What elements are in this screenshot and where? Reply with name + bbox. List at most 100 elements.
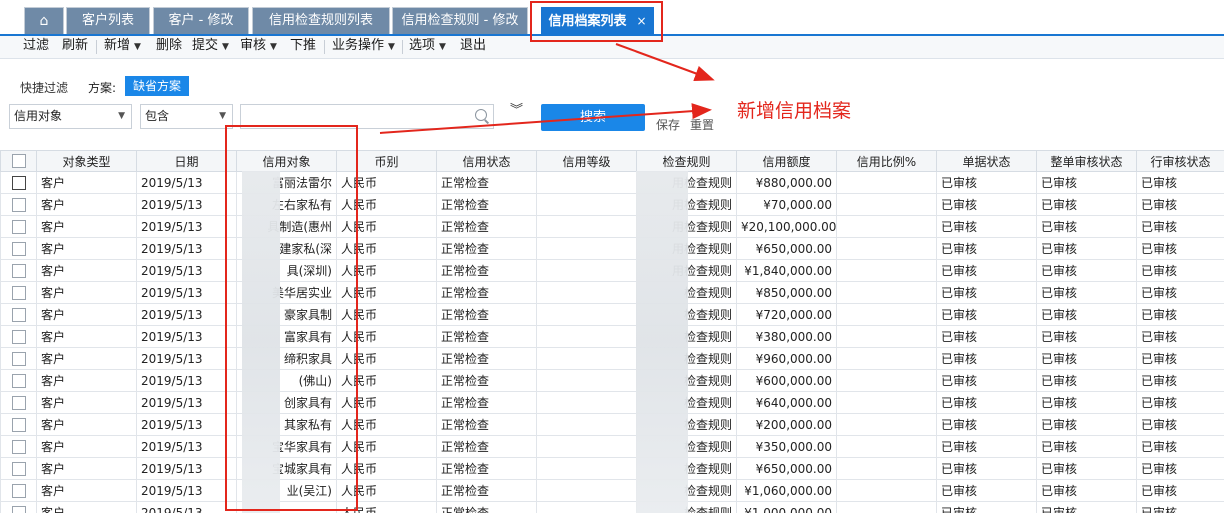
table-cell: 2019/5/13	[136, 501, 237, 513]
default-scheme-button[interactable]: 缺省方案	[125, 76, 189, 96]
checkbox-icon	[11, 483, 26, 498]
reset-link[interactable]: 重置	[690, 116, 714, 133]
delete-button[interactable]: 删除	[156, 36, 182, 58]
row-checkbox[interactable]	[0, 171, 37, 194]
table-cell: 已审核	[936, 347, 1037, 370]
push-down-button[interactable]: 下推	[290, 36, 316, 58]
filter-field-select[interactable]: 信用对象 ▼	[9, 104, 132, 129]
row-checkbox[interactable]	[0, 281, 37, 304]
filter-button[interactable]: 过滤	[23, 36, 49, 58]
row-checkbox[interactable]	[0, 391, 37, 414]
table-row[interactable]: 客户 2019/5/13 创家具有 人民币 正常检查 检查规则 ¥640,000.00 已审核…	[0, 391, 1224, 414]
checkbox-icon	[11, 505, 26, 513]
search-icon[interactable]	[475, 109, 487, 121]
tab-credit-rule-list[interactable]: 信用检查规则列表	[252, 7, 390, 35]
row-checkbox[interactable]	[0, 215, 37, 238]
table-row[interactable]: 客户 2019/5/13 建家私(深 人民币 正常检查 用检查规则 ¥650,000.00 已…	[0, 237, 1224, 260]
table-row[interactable]: 客户 2019/5/13 美华居实业 人民币 正常检查 检查规则 ¥850,000.00 已审…	[0, 281, 1224, 304]
add-button[interactable]: 新增 ▼	[104, 36, 141, 58]
audit-button[interactable]: 审核 ▼	[240, 36, 277, 58]
business-ops-button[interactable]: 业务操作 ▼	[332, 36, 395, 58]
row-checkbox[interactable]	[0, 303, 37, 326]
options-button[interactable]: 选项 ▼	[409, 36, 446, 58]
table-cell	[836, 347, 937, 370]
column-header[interactable]: 信用比例%	[836, 150, 937, 172]
column-header[interactable]: 信用等级	[536, 150, 637, 172]
row-checkbox[interactable]	[0, 325, 37, 348]
filter-operator-select[interactable]: 包含 ▼	[140, 104, 233, 129]
table-row[interactable]: 客户 2019/5/13 (佛山) 人民币 正常检查 检查规则 ¥600,000.00 已审核…	[0, 369, 1224, 392]
row-checkbox[interactable]	[0, 347, 37, 370]
table-row[interactable]: 客户 2019/5/13 富丽法雷尔 人民币 正常检查 用检查规则 ¥880,000.00 已…	[0, 171, 1224, 194]
table-cell: 客户	[36, 435, 137, 458]
column-header[interactable]: 检查规则	[636, 150, 737, 172]
tab-customer-edit[interactable]: 客户 - 修改	[153, 7, 249, 35]
row-checkbox[interactable]	[0, 435, 37, 458]
table-cell: 正常检查	[436, 479, 537, 502]
table-row[interactable]: 客户 2019/5/13 具(深圳) 人民币 正常检查 用检查规则 ¥1,840,000.0…	[0, 259, 1224, 282]
table-cell: 正常检查	[436, 281, 537, 304]
highlight-box-active-tab	[530, 1, 663, 42]
checkbox-icon	[11, 197, 26, 212]
table-row[interactable]: 客户 2019/5/13 业(吴江) 人民币 正常检查 检查规则 ¥1,060,000.00…	[0, 479, 1224, 502]
table-cell	[836, 479, 937, 502]
column-header[interactable]: 对象类型	[36, 150, 137, 172]
scheme-label: 方案:	[88, 81, 117, 95]
toolbar-divider	[96, 40, 97, 54]
table-header-row: 对象类型 日期 信用对象 币别 信用状态 信用等级 检查规则 信用额度 信用比例…	[0, 150, 1224, 172]
exit-button[interactable]: 退出	[460, 36, 486, 58]
home-icon: ⌂	[39, 13, 49, 29]
table-row[interactable]: 客户 2019/5/13 左右家私有 人民币 正常检查 用检查规则 ¥70,000.00 已审…	[0, 193, 1224, 216]
row-checkbox[interactable]	[0, 413, 37, 436]
table-row[interactable]: 客户 2019/5/13 缔积家具 人民币 正常检查 检查规则 ¥960,000.00 已审核…	[0, 347, 1224, 370]
save-scheme-link[interactable]: 保存	[656, 116, 680, 133]
table-row[interactable]: 客户 2019/5/13 宝华家具有 人民币 正常检查 检查规则 ¥350,000.00 已审…	[0, 435, 1224, 458]
table-cell: 已审核	[936, 369, 1037, 392]
table-row[interactable]: 客户 2019/5/13 其家私有 人民币 正常检查 检查规则 ¥200,000.00 已审核…	[0, 413, 1224, 436]
row-checkbox[interactable]	[0, 479, 37, 502]
column-header[interactable]: 信用额度	[736, 150, 837, 172]
table-row[interactable]: 客户 2019/5/13 具制造(惠州 人民币 正常检查 用检查规则 ¥20,100,000…	[0, 215, 1224, 238]
chevron-down-icon: ▼	[118, 111, 125, 121]
table-row[interactable]: 客户 2019/5/13 人民币 正常检查 检查规则 ¥1,000,000.00 已审核 已审…	[0, 501, 1224, 513]
tab-label: 客户 - 修改	[168, 13, 234, 28]
search-button[interactable]: 搜索	[541, 104, 645, 131]
row-checkbox[interactable]	[0, 237, 37, 260]
column-header[interactable]: 日期	[136, 150, 237, 172]
table-cell	[536, 435, 637, 458]
row-checkbox[interactable]	[0, 457, 37, 480]
table-cell: 正常检查	[436, 215, 537, 238]
table-row[interactable]: 客户 2019/5/13 宝城家具有 人民币 正常检查 检查规则 ¥650,000.00 已审…	[0, 457, 1224, 480]
row-checkbox[interactable]	[0, 369, 37, 392]
submit-button[interactable]: 提交 ▼	[192, 36, 229, 58]
table-cell: 已审核	[1036, 303, 1137, 326]
quick-filter-label[interactable]: 快捷过滤	[20, 79, 68, 96]
tab-credit-rule-edit[interactable]: 信用检查规则 - 修改	[392, 7, 528, 35]
table-row[interactable]: 客户 2019/5/13 富家具有 人民币 正常检查 检查规则 ¥380,000.00 已审核…	[0, 325, 1224, 348]
table-cell: 已审核	[1036, 237, 1137, 260]
table-cell: 2019/5/13	[136, 171, 237, 194]
select-all-checkbox[interactable]	[0, 150, 37, 172]
tab-home[interactable]: ⌂	[24, 7, 64, 35]
expand-chevron-icon[interactable]: ︾	[510, 104, 523, 117]
row-checkbox[interactable]	[0, 501, 37, 513]
column-header[interactable]: 行审核状态	[1136, 150, 1224, 172]
refresh-button[interactable]: 刷新	[62, 36, 88, 58]
table-cell: 已审核	[936, 391, 1037, 414]
column-header[interactable]: 信用状态	[436, 150, 537, 172]
filter-field-value: 信用对象	[14, 109, 63, 123]
tab-customer-list[interactable]: 客户列表	[66, 7, 150, 35]
table-cell: 正常检查	[436, 391, 537, 414]
column-header[interactable]: 整单审核状态	[1036, 150, 1137, 172]
column-header[interactable]: 单据状态	[936, 150, 1037, 172]
checkbox-icon	[11, 241, 26, 256]
table-row[interactable]: 客户 2019/5/13 豪家具制 人民币 正常检查 检查规则 ¥720,000.00 已审核…	[0, 303, 1224, 326]
highlight-box-credit-object-column	[225, 125, 358, 511]
row-checkbox[interactable]	[0, 259, 37, 282]
row-checkbox[interactable]	[0, 193, 37, 216]
table-cell: 已审核	[936, 193, 1037, 216]
table-cell: 已审核	[1036, 501, 1137, 513]
table-cell: 已审核	[936, 435, 1037, 458]
table-cell: 2019/5/13	[136, 391, 237, 414]
checkbox-icon	[11, 439, 26, 454]
